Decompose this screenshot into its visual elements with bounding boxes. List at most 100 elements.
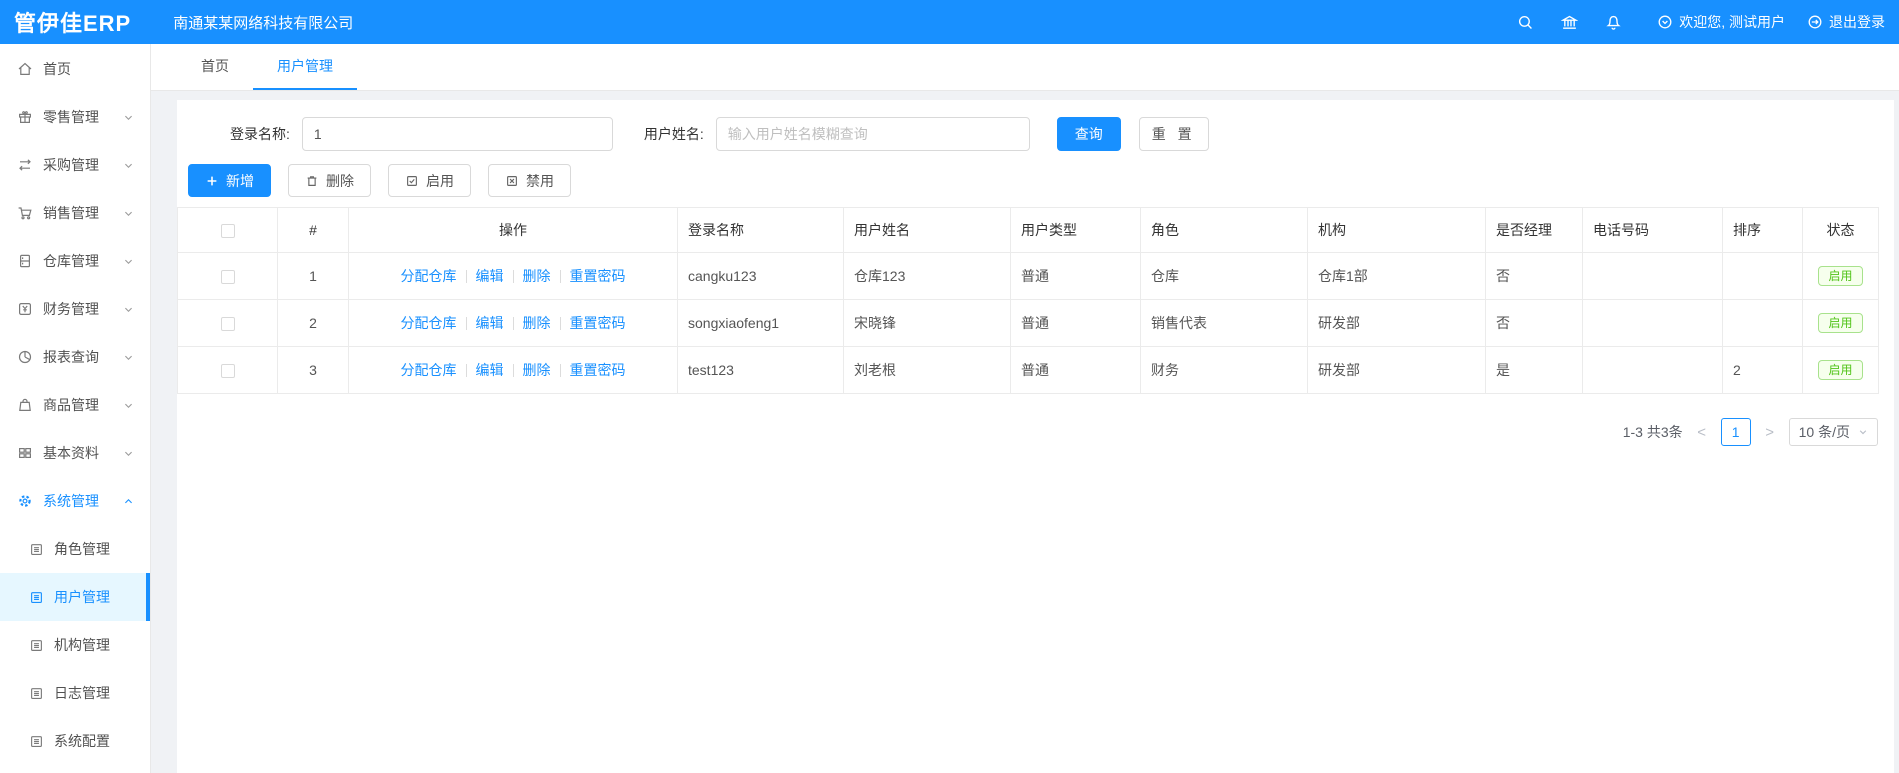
chevron-down-icon xyxy=(125,355,132,360)
login-name-input[interactable] xyxy=(301,117,613,151)
sidebar-item-home[interactable]: 首页 xyxy=(0,45,150,93)
page-size-select[interactable]: 10 条/页 xyxy=(1788,418,1878,446)
chevron-down-icon xyxy=(125,403,132,408)
cell-type: 普通 xyxy=(1010,299,1141,347)
status-badge: 启用 xyxy=(1818,313,1863,333)
sidebar-item-log-mgmt[interactable]: 日志管理 xyxy=(0,669,150,717)
logout-button[interactable]: 退出登录 xyxy=(1807,12,1885,32)
document-icon xyxy=(31,639,42,651)
reset-password-link[interactable]: 重置密码 xyxy=(570,313,626,333)
chevron-down-icon xyxy=(125,259,132,264)
sidebar-item-finance[interactable]: 财务管理 xyxy=(0,285,150,333)
row-index: 2 xyxy=(277,299,349,347)
trash-icon xyxy=(307,175,317,186)
col-index: # xyxy=(277,207,349,253)
cell-phone xyxy=(1582,299,1723,347)
sidebar-item-retail[interactable]: 零售管理 xyxy=(0,93,150,141)
warehouse-icon xyxy=(19,254,31,268)
col-actions: 操作 xyxy=(348,207,678,253)
add-button[interactable]: 新增 xyxy=(188,164,271,197)
row-checkbox[interactable] xyxy=(220,364,235,379)
cell-name: 刘老根 xyxy=(843,346,1011,394)
next-page-button[interactable]: > xyxy=(1763,424,1777,441)
select-all-checkbox[interactable] xyxy=(220,224,235,239)
cell-type: 普通 xyxy=(1010,346,1141,394)
document-icon xyxy=(31,735,42,747)
content-panel: 登录名称: 用户姓名: 查询 重 置 新增 删除 启用 xyxy=(177,100,1894,773)
col-phone: 电话号码 xyxy=(1582,207,1723,253)
sales-cart-icon xyxy=(18,207,32,220)
user-menu[interactable]: 欢迎您, 测试用户 xyxy=(1657,12,1785,32)
chevron-up-icon xyxy=(125,498,132,503)
sidebar-item-basic-data[interactable]: 基本资料 xyxy=(0,429,150,477)
sidebar-item-system[interactable]: 系统管理 xyxy=(0,477,150,525)
cell-login: songxiaofeng1 xyxy=(677,299,844,347)
tab-home[interactable]: 首页 xyxy=(177,44,253,90)
search-icon[interactable] xyxy=(1503,14,1547,31)
cell-manager: 否 xyxy=(1485,299,1583,347)
delete-link[interactable]: 删除 xyxy=(523,313,551,333)
goods-bag-icon xyxy=(19,398,31,411)
cell-manager: 是 xyxy=(1485,346,1583,394)
cell-login: cangku123 xyxy=(677,252,844,300)
status-badge: 启用 xyxy=(1818,360,1863,380)
reset-password-link[interactable]: 重置密码 xyxy=(570,360,626,380)
edit-link[interactable]: 编辑 xyxy=(476,360,504,380)
sidebar-item-warehouse[interactable]: 仓库管理 xyxy=(0,237,150,285)
cell-org: 仓库1部 xyxy=(1307,252,1486,300)
app-logo[interactable]: 管伊佳ERP xyxy=(0,6,145,38)
assign-warehouse-link[interactable]: 分配仓库 xyxy=(401,313,457,333)
table-row: 2 分配仓库 编辑 删除 重置密码 songxiaofeng1 宋晓锋 普通 销… xyxy=(177,299,1879,347)
sidebar-item-role-mgmt[interactable]: 角色管理 xyxy=(0,525,150,573)
company-name: 南通某某网络科技有限公司 xyxy=(173,14,354,32)
reset-button[interactable]: 重 置 xyxy=(1138,117,1209,151)
col-status: 状态 xyxy=(1802,207,1879,253)
plus-icon xyxy=(207,176,217,185)
chevron-down-icon xyxy=(125,115,132,120)
cell-role: 销售代表 xyxy=(1140,299,1308,347)
edit-link[interactable]: 编辑 xyxy=(476,313,504,333)
search-button[interactable]: 查询 xyxy=(1056,117,1121,151)
cell-role: 财务 xyxy=(1140,346,1308,394)
login-name-label: 登录名称: xyxy=(230,126,290,142)
delete-button[interactable]: 删除 xyxy=(288,164,371,197)
assign-warehouse-link[interactable]: 分配仓库 xyxy=(401,266,457,286)
row-checkbox[interactable] xyxy=(220,270,235,285)
chevron-down-icon xyxy=(1859,430,1867,435)
sidebar-item-org-mgmt[interactable]: 机构管理 xyxy=(0,621,150,669)
sidebar-item-purchase[interactable]: 采购管理 xyxy=(0,141,150,189)
row-checkbox[interactable] xyxy=(220,317,235,332)
assign-warehouse-link[interactable]: 分配仓库 xyxy=(401,360,457,380)
sidebar-item-system-config[interactable]: 系统配置 xyxy=(0,717,150,765)
purchase-icon xyxy=(19,159,31,171)
cell-name: 仓库123 xyxy=(843,252,1011,300)
pagination-total: 1-3 共3条 xyxy=(1622,424,1683,440)
sidebar-item-sales[interactable]: 销售管理 xyxy=(0,189,150,237)
sidebar-item-goods[interactable]: 商品管理 xyxy=(0,381,150,429)
bank-icon[interactable] xyxy=(1547,14,1591,31)
prev-page-button[interactable]: < xyxy=(1695,424,1709,441)
edit-link[interactable]: 编辑 xyxy=(476,266,504,286)
disable-button[interactable]: 禁用 xyxy=(488,164,571,197)
tab-user-mgmt[interactable]: 用户管理 xyxy=(253,44,357,90)
cell-sort: 2 xyxy=(1722,346,1803,394)
document-icon xyxy=(31,591,42,603)
user-name-input[interactable] xyxy=(715,117,1030,151)
chevron-down-icon xyxy=(125,163,132,168)
document-icon xyxy=(31,687,42,699)
delete-link[interactable]: 删除 xyxy=(523,360,551,380)
cell-type: 普通 xyxy=(1010,252,1141,300)
chevron-down-icon xyxy=(125,451,132,456)
gear-icon xyxy=(19,495,31,507)
enable-button[interactable]: 启用 xyxy=(388,164,471,197)
table-row: 3 分配仓库 编辑 删除 重置密码 test123 刘老根 普通 财务 研发部 … xyxy=(177,346,1879,394)
sidebar-item-user-mgmt[interactable]: 用户管理 xyxy=(0,573,150,621)
table-row: 1 分配仓库 编辑 删除 重置密码 cangku123 仓库123 普通 仓库 … xyxy=(177,252,1879,300)
bell-icon[interactable] xyxy=(1591,14,1635,31)
current-page[interactable]: 1 xyxy=(1720,418,1751,446)
delete-link[interactable]: 删除 xyxy=(523,266,551,286)
filter-bar: 登录名称: 用户姓名: 查询 重 置 xyxy=(177,117,1894,151)
sidebar-item-reports[interactable]: 报表查询 xyxy=(0,333,150,381)
reset-password-link[interactable]: 重置密码 xyxy=(570,266,626,286)
finance-icon xyxy=(18,302,32,316)
